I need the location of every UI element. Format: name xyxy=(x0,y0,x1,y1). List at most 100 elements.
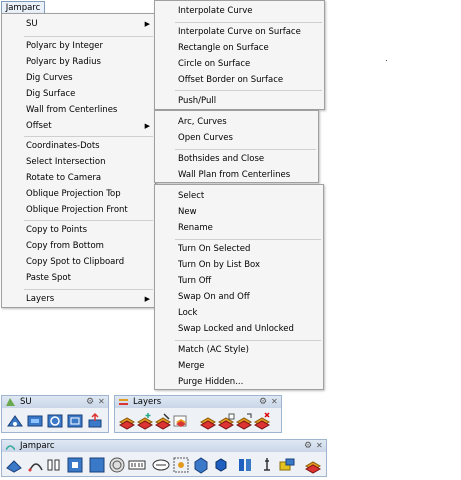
menu-item-polyarc-by-integer[interactable]: Polyarc by Integer xyxy=(2,38,155,54)
circle-surface-icon[interactable] xyxy=(46,412,64,430)
polyarc-radius-icon[interactable] xyxy=(27,456,45,474)
menu-item-new[interactable]: New xyxy=(155,204,323,220)
rectangle-surface-icon[interactable] xyxy=(26,412,44,430)
layer-rename-icon[interactable] xyxy=(154,412,172,430)
menu-separator xyxy=(175,90,322,91)
menu-item-offset-border-on-surface[interactable]: Offset Border on Surface xyxy=(155,72,324,88)
menu-separator xyxy=(175,340,321,341)
menu-item-open-curves[interactable]: Open Curves xyxy=(155,130,318,146)
offset-icon[interactable] xyxy=(108,456,126,474)
menu-item-match-ac-style[interactable]: Match (AC Style) xyxy=(155,342,323,358)
jamparc-toolbar-header[interactable]: Jamparc ⚙ ✕ xyxy=(2,440,326,452)
menu-item-rectangle-on-surface[interactable]: Rectangle on Surface xyxy=(155,40,324,56)
su-toolbar-header[interactable]: SU ⚙ ✕ xyxy=(2,396,108,408)
menu-item-copy-from-bottom[interactable]: Copy from Bottom xyxy=(2,238,155,254)
oblique-front-icon[interactable] xyxy=(212,456,230,474)
polyarc-integer-icon[interactable] xyxy=(5,456,23,474)
wall-centerlines-icon[interactable] xyxy=(88,456,106,474)
menu-item-wall-plan-from-centerlines[interactable]: Wall Plan from Centerlines xyxy=(155,167,318,183)
copy-points-icon[interactable] xyxy=(236,456,254,474)
menu-item-su[interactable]: SU ▶ xyxy=(2,16,155,32)
menu-item-oblique-projection-top[interactable]: Oblique Projection Top xyxy=(2,186,155,202)
dig-curves-icon[interactable] xyxy=(45,456,63,474)
select-intersection-icon[interactable] xyxy=(152,456,170,474)
menu-item-label: Coordinates-Dots xyxy=(26,141,100,151)
menu-item-circle-on-surface[interactable]: Circle on Surface xyxy=(155,56,324,72)
menu-item-bothsides-and-close[interactable]: Bothsides and Close xyxy=(155,151,318,167)
push-pull-icon[interactable] xyxy=(86,412,104,430)
menu-item-lock[interactable]: Lock xyxy=(155,305,323,321)
menu-item-select[interactable]: Select xyxy=(155,188,323,204)
menu-item-rename[interactable]: Rename xyxy=(155,220,323,236)
oblique-top-icon[interactable] xyxy=(192,456,210,474)
gear-icon[interactable]: ⚙ xyxy=(259,396,267,408)
layer-select-icon[interactable] xyxy=(118,412,136,430)
menu-item-label: Copy from Bottom xyxy=(26,241,104,251)
menu-item-layers[interactable]: Layers ▶ xyxy=(2,291,155,307)
menu-item-offset[interactable]: Offset ▶ xyxy=(2,118,155,134)
menu-item-label: Purge Hidden... xyxy=(178,377,244,387)
menu-item-turn-off[interactable]: Turn Off xyxy=(155,273,323,289)
coordinates-dots-icon[interactable] xyxy=(128,456,146,474)
menu-item-dig-surface[interactable]: Dig Surface xyxy=(2,86,155,102)
submenu-arrow-icon: ▶ xyxy=(144,295,150,303)
offset-surface-icon[interactable] xyxy=(66,412,84,430)
menu-item-swap-on-and-off[interactable]: Swap On and Off xyxy=(155,289,323,305)
menu-item-oblique-projection-front[interactable]: Oblique Projection Front xyxy=(2,202,155,218)
jamparc-toolbar: Jamparc ⚙ ✕ xyxy=(1,439,327,477)
close-icon[interactable]: ✕ xyxy=(271,396,278,408)
menu-item-paste-spot[interactable]: Paste Spot xyxy=(2,270,155,286)
layer-list-icon[interactable] xyxy=(199,412,217,430)
menu-item-turn-on-selected[interactable]: Turn On Selected xyxy=(155,241,323,257)
gear-icon[interactable]: ⚙ xyxy=(304,440,312,452)
menu-item-label: Circle on Surface xyxy=(178,59,251,69)
menu-item-label: Offset xyxy=(26,121,52,131)
menu-item-copy-spot-to-clipboard[interactable]: Copy Spot to Clipboard xyxy=(2,254,155,270)
stray-pixel xyxy=(386,60,387,61)
copy-bottom-icon[interactable] xyxy=(258,456,276,474)
menu-separator xyxy=(24,36,153,37)
select-curve-icon[interactable] xyxy=(6,412,24,430)
copy-spot-icon[interactable] xyxy=(278,456,296,474)
close-icon[interactable]: ✕ xyxy=(98,396,105,408)
menu-item-select-intersection[interactable]: Select Intersection xyxy=(2,154,155,170)
submenu-arrow-icon: ▶ xyxy=(144,20,150,28)
menu-item-label: Interpolate Curve xyxy=(178,6,253,16)
menu-item-label: New xyxy=(178,207,197,217)
menu-item-label: Rename xyxy=(178,223,213,233)
layer-turn-on-icon[interactable] xyxy=(172,412,190,430)
menu-item-wall-from-centerlines[interactable]: Wall from Centerlines xyxy=(2,102,155,118)
gear-icon[interactable]: ⚙ xyxy=(86,396,94,408)
menu-item-coordinates-dots[interactable]: Coordinates-Dots xyxy=(2,138,155,154)
close-icon[interactable]: ✕ xyxy=(316,440,323,452)
menu-item-label: Rotate to Camera xyxy=(26,173,102,183)
menu-item-turn-on-by-list-box[interactable]: Turn On by List Box xyxy=(155,257,323,273)
toolbar-title: Layers xyxy=(133,397,162,407)
layer-swap-icon[interactable] xyxy=(235,412,253,430)
layers-toolbar-header[interactable]: Layers ⚙ ✕ xyxy=(115,396,281,408)
menu-item-label: Wall from Centerlines xyxy=(26,105,118,115)
menu-item-copy-to-points[interactable]: Copy to Points xyxy=(2,222,155,238)
menu-item-label: Turn On by List Box xyxy=(178,260,260,270)
dig-surface-icon[interactable] xyxy=(66,456,84,474)
menu-item-interpolate-curve[interactable]: Interpolate Curve xyxy=(155,3,324,19)
menu-item-swap-locked-and-unlocked[interactable]: Swap Locked and Unlocked xyxy=(155,321,323,337)
offset-submenu: Arc, Curves Open Curves Bothsides and Cl… xyxy=(154,110,319,183)
menu-item-purge-hidden[interactable]: Purge Hidden... xyxy=(155,374,323,390)
menu-item-merge[interactable]: Merge xyxy=(155,358,323,374)
layer-new-icon[interactable] xyxy=(136,412,154,430)
menu-item-label: Select Intersection xyxy=(26,157,106,167)
rotate-camera-icon[interactable] xyxy=(172,456,190,474)
menu-item-interpolate-curve-on-surface[interactable]: Interpolate Curve on Surface xyxy=(155,24,324,40)
menu-item-arc-curves[interactable]: Arc, Curves xyxy=(155,114,318,130)
menu-item-rotate-to-camera[interactable]: Rotate to Camera xyxy=(2,170,155,186)
menu-item-polyarc-by-radius[interactable]: Polyarc by Radius xyxy=(2,54,155,70)
layers-icon[interactable] xyxy=(304,456,322,474)
layer-purge-icon[interactable] xyxy=(253,412,271,430)
menu-item-push-pull[interactable]: Push/Pull xyxy=(155,93,324,109)
menu-separator xyxy=(24,289,153,290)
menu-item-label: Wall Plan from Centerlines xyxy=(178,170,291,180)
menu-item-dig-curves[interactable]: Dig Curves xyxy=(2,70,155,86)
layer-turn-off-icon[interactable] xyxy=(217,412,235,430)
menu-item-label: Merge xyxy=(178,361,205,371)
